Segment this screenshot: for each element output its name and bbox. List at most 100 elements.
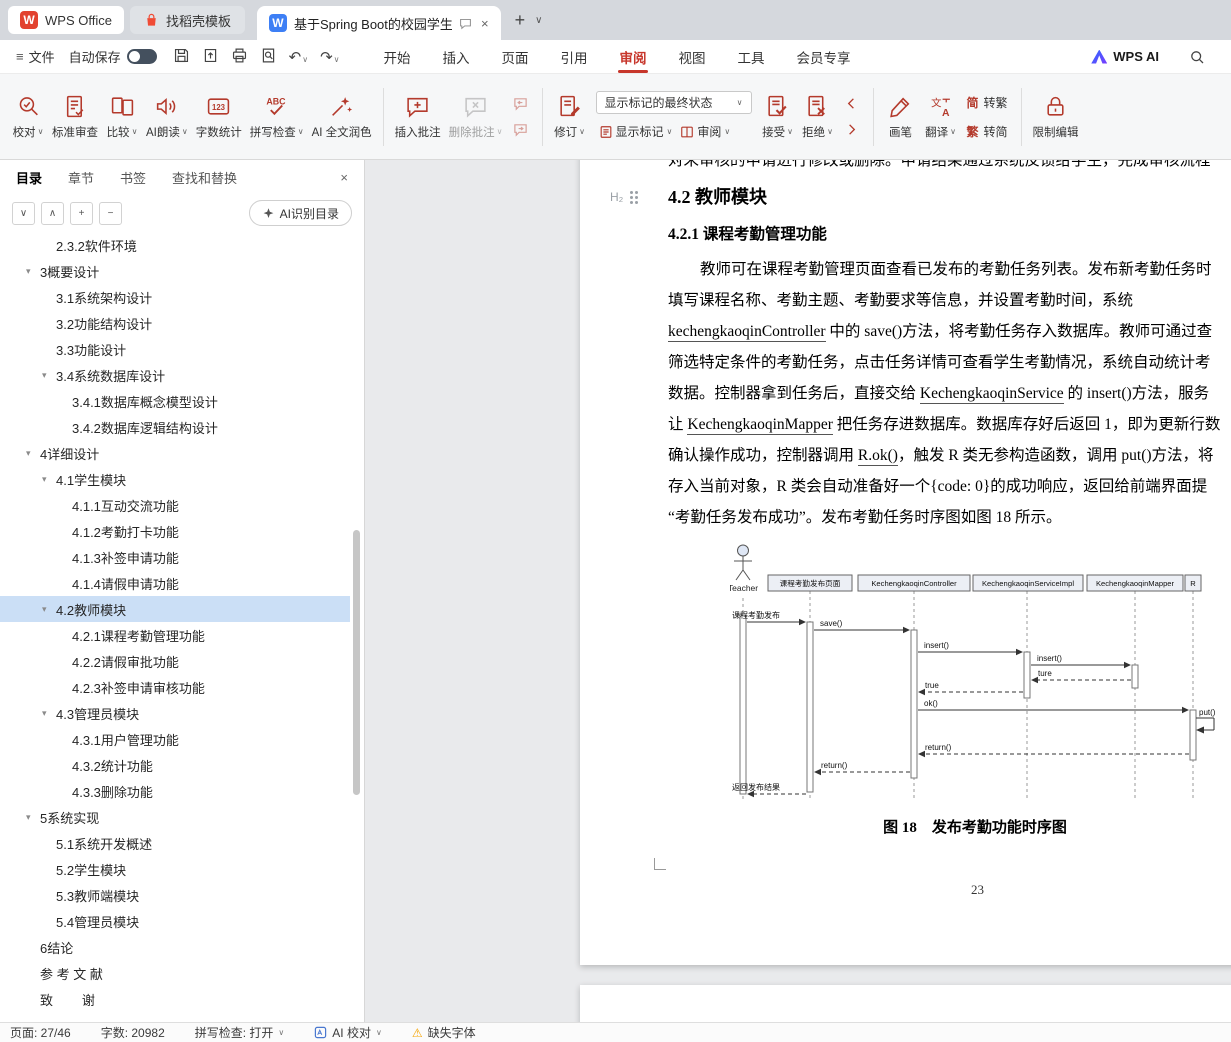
sidebar-scrollbar[interactable] — [353, 530, 360, 795]
sidebar-close-icon[interactable]: × — [340, 170, 348, 185]
tab-list-caret[interactable]: ∨ — [535, 15, 542, 26]
toc-item[interactable]: 5.3教师端模块 — [0, 882, 350, 908]
toc-item[interactable]: 3.4.1数据库概念模型设计 — [0, 388, 350, 414]
word-count-button[interactable]: 123 字数统计 — [192, 90, 246, 144]
export-button[interactable] — [202, 47, 219, 67]
toc-item[interactable]: 4.2.3补签申请审核功能 — [0, 674, 350, 700]
restrict-editing-button[interactable]: 限制编辑 — [1029, 90, 1083, 144]
toc-expand-arrow-icon[interactable]: ▾ — [42, 604, 56, 615]
menu-tab-工具[interactable]: 工具 — [722, 40, 781, 73]
toc-item[interactable]: 3.4.2数据库逻辑结构设计 — [0, 414, 350, 440]
toc-item[interactable]: 致 谢 — [0, 986, 350, 1012]
toc-expand-arrow-icon[interactable]: ▾ — [26, 266, 40, 277]
toc-item[interactable]: 4.1.3补签申请功能 — [0, 544, 350, 570]
document-page[interactable]: 对未审核的申请进行修改或删除。申请结果通过系统反馈给学生，完成审核流程 H₂ 4… — [580, 160, 1231, 965]
toc-expand-arrow-icon[interactable]: ▾ — [26, 448, 40, 459]
sidebar-tab-查找和替换[interactable]: 查找和替换 — [172, 168, 237, 187]
new-tab-button[interactable]: + — [515, 10, 526, 31]
spell-check-button[interactable]: ABC 拼写检查 ∨ — [246, 90, 308, 144]
save-button[interactable] — [173, 47, 190, 67]
missing-font-warning[interactable]: ⚠ 缺失字体 — [412, 1024, 476, 1041]
toc-item[interactable]: ▾ 3概要设计 — [0, 258, 350, 284]
toc-expand-arrow-icon[interactable]: ▾ — [42, 708, 56, 719]
markup-state-combobox[interactable]: 显示标记的最终状态 ∨ — [595, 91, 752, 114]
wps-ai-button[interactable]: WPS AI — [1091, 49, 1159, 64]
toc-item[interactable]: ▾ 5系统实现 — [0, 804, 350, 830]
toc-item[interactable]: 3.3功能设计 — [0, 336, 350, 362]
proofread-button[interactable]: 校对 ∨ — [8, 90, 48, 144]
toc-item[interactable]: 3.2功能结构设计 — [0, 310, 350, 336]
toc-item[interactable]: 4.2.1课程考勤管理功能 — [0, 622, 350, 648]
ink-pen-button[interactable]: 画笔 — [881, 90, 921, 144]
prev-comment-button[interactable] — [510, 95, 532, 113]
collapse-all-button[interactable]: − — [99, 201, 122, 225]
toc-item[interactable]: ▾ 4.2教师模块 — [0, 596, 350, 622]
toc-item[interactable]: 4.3.3删除功能 — [0, 778, 350, 804]
search-icon[interactable] — [1189, 49, 1205, 65]
simplified-to-traditional-button[interactable]: 简转繁 — [964, 92, 1011, 113]
heading-drag-handle[interactable]: H₂ — [610, 190, 634, 204]
sidebar-tab-书签[interactable]: 书签 — [120, 168, 146, 187]
toc-item[interactable]: 5.1系统开发概述 — [0, 830, 350, 856]
toc-item[interactable]: ▾ 3.4系统数据库设计 — [0, 362, 350, 388]
expand-all-button[interactable]: + — [70, 201, 93, 225]
toc-item[interactable]: 4.1.2考勤打卡功能 — [0, 518, 350, 544]
review-pane-button[interactable]: 审阅 ∨ — [677, 121, 733, 142]
toc-expand-arrow-icon[interactable]: ▾ — [42, 370, 56, 381]
expand-level-button[interactable]: ∧ — [41, 201, 64, 225]
translate-button[interactable]: 文 A 翻译 ∨ — [921, 90, 961, 144]
toc-item[interactable]: 5.4管理员模块 — [0, 908, 350, 934]
menu-tab-开始[interactable]: 开始 — [368, 40, 427, 73]
standard-review-button[interactable]: 标准审查 — [48, 90, 102, 144]
wps-office-tab[interactable]: W WPS Office — [8, 6, 124, 34]
toc-expand-arrow-icon[interactable]: ▾ — [42, 474, 56, 485]
toc-item[interactable]: 4.1.4请假申请功能 — [0, 570, 350, 596]
compare-button[interactable]: 比较 ∨ — [102, 90, 142, 144]
toc-item[interactable]: 4.3.2统计功能 — [0, 752, 350, 778]
collapse-level-button[interactable]: ∨ — [12, 201, 35, 225]
menu-tab-视图[interactable]: 视图 — [663, 40, 722, 73]
toc-item[interactable]: 6结论 — [0, 934, 350, 960]
menu-tab-会员专享[interactable]: 会员专享 — [781, 40, 867, 73]
sidebar-tab-目录[interactable]: 目录 — [16, 168, 42, 187]
menu-tab-引用[interactable]: 引用 — [545, 40, 604, 73]
autosave-toggle[interactable] — [126, 49, 157, 64]
toc-item[interactable]: 参 考 文 献 — [0, 960, 350, 986]
toc-item[interactable]: 4.2.2请假审批功能 — [0, 648, 350, 674]
sidebar-tab-章节[interactable]: 章节 — [68, 168, 94, 187]
document-tab[interactable]: W 基于Spring Boot的校园学生 × — [256, 6, 501, 40]
toc-item[interactable]: ▾ 4.3管理员模块 — [0, 700, 350, 726]
ai-read-button[interactable]: AI朗读 ∨ — [142, 90, 192, 144]
reject-button[interactable]: 拒绝 ∨ — [798, 90, 838, 144]
menu-tab-页面[interactable]: 页面 — [486, 40, 545, 73]
docer-template-tab[interactable]: 找稻壳模板 — [129, 6, 245, 34]
prev-change-button[interactable] — [841, 95, 863, 113]
spellcheck-status[interactable]: 拼写检查: 打开 ∨ — [195, 1024, 285, 1041]
next-change-button[interactable] — [841, 121, 863, 139]
toc-item[interactable]: ▾ 4.1学生模块 — [0, 466, 350, 492]
toc-item[interactable]: 5.2学生模块 — [0, 856, 350, 882]
show-markup-button[interactable]: 显示标记 ∨ — [596, 121, 676, 142]
insert-comment-button[interactable]: 插入批注 — [391, 90, 445, 144]
ai-polish-button[interactable]: AI 全文润色 — [308, 90, 376, 144]
ai-recognize-toc-button[interactable]: AI识别目录 — [248, 200, 352, 226]
track-changes-button[interactable]: 修订 ∨ — [550, 90, 590, 144]
toc-item[interactable]: 4.3.1用户管理功能 — [0, 726, 350, 752]
print-preview-button[interactable] — [260, 47, 277, 67]
toc-item[interactable]: ▾ 4详细设计 — [0, 440, 350, 466]
next-comment-button[interactable] — [510, 121, 532, 139]
tab-close-icon[interactable]: × — [481, 16, 489, 31]
traditional-to-simplified-button[interactable]: 繁转简 — [964, 121, 1011, 142]
toc-expand-arrow-icon[interactable]: ▾ — [26, 812, 40, 823]
accept-button[interactable]: 接受 ∨ — [758, 90, 798, 144]
document-area[interactable]: 对未审核的申请进行修改或删除。申请结果通过系统反馈给学生，完成审核流程 H₂ 4… — [365, 160, 1231, 1022]
file-menu-button[interactable]: ≡ 文件 — [6, 40, 65, 73]
print-button[interactable] — [231, 47, 248, 67]
toc-item[interactable]: 3.1系统架构设计 — [0, 284, 350, 310]
delete-comment-button[interactable]: 删除批注 ∨ — [445, 90, 507, 144]
menu-tab-插入[interactable]: 插入 — [427, 40, 486, 73]
undo-button[interactable]: ↶∨ — [289, 48, 308, 66]
ai-proofread-status[interactable]: AI 校对 ∨ — [314, 1024, 382, 1041]
toc-item[interactable]: 4.1.1互动交流功能 — [0, 492, 350, 518]
menu-tab-审阅[interactable]: 审阅 — [604, 40, 663, 73]
